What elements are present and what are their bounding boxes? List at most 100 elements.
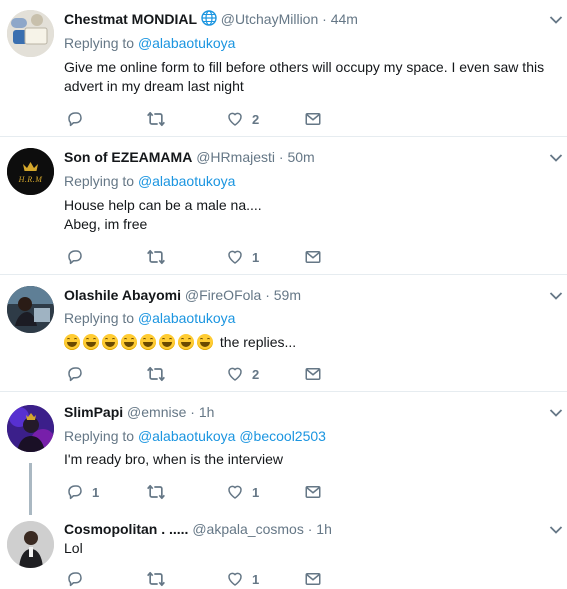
heart-icon — [226, 110, 244, 128]
avatar-logo-text: H.R.M — [18, 175, 43, 184]
retweet-button[interactable] — [146, 569, 166, 589]
replying-to: Replying to @alabaotukoya — [64, 34, 235, 52]
retweet-button[interactable] — [146, 247, 166, 267]
user-handle[interactable]: @FireOFola — [185, 287, 261, 303]
chevron-down-icon[interactable] — [549, 525, 563, 535]
like-button[interactable]: 2 — [226, 109, 259, 129]
reply-button[interactable] — [66, 364, 84, 384]
globe-icon — [201, 10, 217, 26]
like-button[interactable]: 1 — [226, 569, 259, 589]
avatar[interactable] — [7, 405, 54, 452]
display-name[interactable]: Cosmopolitan . ..... — [64, 521, 188, 537]
tweet-1[interactable]: Chestmat MONDIAL @UtchayMillion · 44m Re… — [0, 0, 567, 137]
tweet-5[interactable]: Cosmopolitan . ..... @akpala_cosmos · 1h… — [0, 510, 567, 588]
timestamp[interactable]: 59m — [274, 287, 301, 303]
grinning-face-emoji-icon — [102, 334, 118, 350]
tweet-text-line: I'm ready bro, when is the interview — [64, 451, 283, 467]
display-name[interactable]: Chestmat MONDIAL — [64, 11, 197, 27]
tweet-text-line: advert in my dream last night — [64, 78, 244, 94]
tweet-actions: 2 — [64, 109, 364, 129]
tweet-actions: 1 — [64, 569, 364, 589]
reply-button[interactable] — [66, 109, 84, 129]
tweet-3[interactable]: Olashile Abayomi @FireOFola · 59m Replyi… — [0, 275, 567, 392]
tweet-text: the replies... — [64, 333, 554, 352]
avatar-logo-icon — [7, 148, 54, 195]
mention-link[interactable]: @becool2503 — [239, 428, 326, 444]
tweet-text: Lol — [64, 539, 554, 558]
tweet-4[interactable]: SlimPapi @emnise · 1h Replying to @alaba… — [0, 392, 567, 509]
reply-icon — [66, 570, 84, 588]
chevron-down-icon[interactable] — [549, 408, 563, 418]
dm-button[interactable] — [304, 569, 322, 589]
grinning-face-emoji-icon — [178, 334, 194, 350]
chevron-down-icon[interactable] — [549, 153, 563, 163]
tweet-text-line: Abeg, im free — [64, 216, 148, 232]
dm-button[interactable] — [304, 247, 322, 267]
chevron-down-icon[interactable] — [549, 15, 563, 25]
mention-link[interactable]: @alabaotukoya — [138, 310, 236, 326]
timestamp[interactable]: 1h — [316, 521, 332, 537]
avatar-photo-icon — [7, 286, 54, 333]
envelope-icon — [304, 483, 322, 501]
retweet-icon — [146, 364, 166, 384]
avatar-photo-icon — [7, 10, 54, 57]
user-handle[interactable]: @HRmajesti — [196, 149, 275, 165]
reply-button[interactable] — [66, 569, 84, 589]
retweet-button[interactable] — [146, 364, 166, 384]
retweet-icon — [146, 482, 166, 502]
heart-icon — [226, 483, 244, 501]
envelope-icon — [304, 248, 322, 266]
chevron-down-icon[interactable] — [549, 291, 563, 301]
like-count: 2 — [252, 111, 260, 127]
mention-link[interactable]: @alabaotukoya — [138, 428, 236, 444]
grinning-face-emoji-icon — [64, 334, 80, 350]
separator-dot: · — [307, 521, 313, 537]
avatar[interactable] — [7, 521, 54, 568]
emoji-row — [64, 334, 216, 350]
avatar[interactable] — [7, 286, 54, 333]
dm-button[interactable] — [304, 109, 322, 129]
user-handle[interactable]: @emnise — [127, 404, 186, 420]
display-name[interactable]: SlimPapi — [64, 404, 123, 420]
retweet-icon — [146, 569, 166, 589]
user-handle[interactable]: @akpala_cosmos — [192, 521, 304, 537]
dm-button[interactable] — [304, 364, 322, 384]
retweet-button[interactable] — [146, 482, 166, 502]
like-count: 1 — [252, 484, 260, 500]
like-button[interactable]: 1 — [226, 482, 259, 502]
separator-dot: · — [278, 149, 284, 165]
retweet-button[interactable] — [146, 109, 166, 129]
heart-icon — [226, 248, 244, 266]
grinning-face-emoji-icon — [83, 334, 99, 350]
avatar[interactable]: H.R.M — [7, 148, 54, 195]
replying-to: Replying to @alabaotukoya — [64, 172, 235, 190]
reply-button[interactable]: 1 — [66, 482, 99, 502]
tweet-actions: 1 1 — [64, 482, 364, 502]
like-button[interactable]: 2 — [226, 364, 259, 384]
user-handle[interactable]: @UtchayMillion — [221, 11, 318, 27]
mention-link[interactable]: @alabaotukoya — [138, 173, 236, 189]
avatar-photo-icon — [7, 405, 54, 452]
replying-to: Replying to @alabaotukoya @becool2503 — [64, 427, 326, 445]
avatar[interactable] — [7, 10, 54, 57]
tweet-text: Give me online form to fill before other… — [64, 58, 554, 96]
dm-button[interactable] — [304, 482, 322, 502]
timestamp[interactable]: 50m — [287, 149, 314, 165]
reply-count: 1 — [92, 484, 100, 500]
reply-icon — [66, 248, 84, 266]
reply-button[interactable] — [66, 247, 84, 267]
like-button[interactable]: 1 — [226, 247, 259, 267]
thread-connector-line — [29, 463, 32, 515]
tweet-2[interactable]: H.R.M Son of EZEAMAMA @HRmajesti · 50m R… — [0, 137, 567, 274]
reply-icon — [66, 483, 84, 501]
mention-link[interactable]: @alabaotukoya — [138, 35, 236, 51]
grinning-face-emoji-icon — [140, 334, 156, 350]
envelope-icon — [304, 570, 322, 588]
display-name[interactable]: Son of EZEAMAMA — [64, 149, 192, 165]
display-name[interactable]: Olashile Abayomi — [64, 287, 181, 303]
separator-dot: · — [322, 11, 327, 27]
tweet-actions: 2 — [64, 364, 364, 384]
replying-to-label: Replying to — [64, 35, 135, 51]
timestamp[interactable]: 1h — [199, 404, 215, 420]
timestamp[interactable]: 44m — [331, 11, 358, 27]
